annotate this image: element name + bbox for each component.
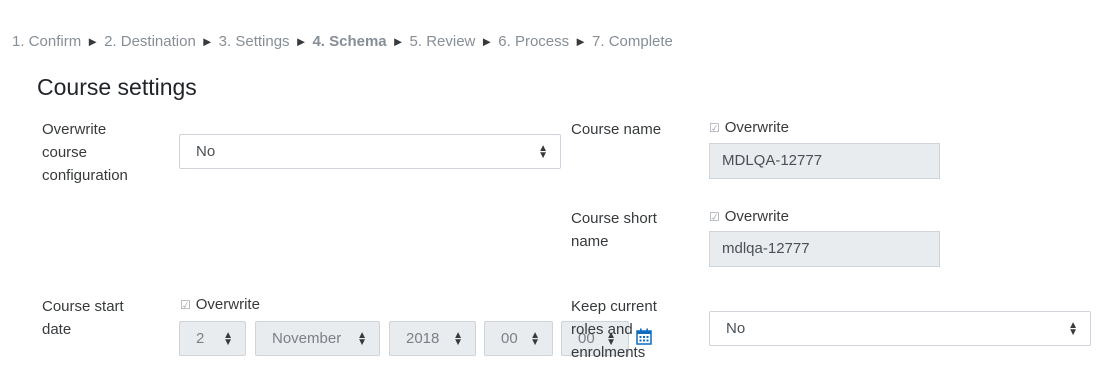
up-down-arrows-icon: ▲ ▼ — [538, 142, 548, 161]
start-month-select[interactable]: November ▲ ▼ — [255, 321, 380, 356]
up-down-arrows-icon: ▲ ▼ — [1068, 319, 1078, 338]
breadcrumb-separator: ► — [294, 34, 308, 49]
up-down-arrows-icon: ▲ ▼ — [223, 329, 233, 348]
course-short-name-label: Course short name — [571, 207, 657, 253]
course-name-label: Course name — [571, 121, 662, 138]
overwrite-config-value: No — [196, 143, 216, 160]
breadcrumb-separator: ► — [574, 34, 588, 49]
checked-checkbox-icon: ☑ — [180, 298, 191, 312]
course-name-overwrite-checkbox[interactable]: ☑ Overwrite — [709, 119, 789, 136]
label-line: Overwrite — [42, 121, 107, 138]
start-day-select[interactable]: 2 ▲ ▼ — [179, 321, 246, 356]
label-line: roles and — [571, 321, 633, 338]
start-month-value: November — [272, 330, 342, 347]
label-line: Course start — [42, 298, 124, 315]
start-day-value: 2 — [196, 330, 205, 347]
up-down-arrows-icon: ▲ ▼ — [453, 329, 463, 348]
label-line: course — [42, 144, 88, 161]
course-name-input[interactable]: MDLQA-12777 — [709, 143, 940, 179]
overwrite-label: Overwrite — [195, 296, 260, 313]
start-year-select[interactable]: 2018 ▲ ▼ — [389, 321, 476, 356]
breadcrumb-step-review: 5. Review — [409, 33, 476, 50]
course-start-date-label: Course start date — [42, 295, 124, 341]
keep-roles-label: Keep current roles and enrolments — [571, 295, 657, 364]
course-short-name-input[interactable]: mdlqa-12777 — [709, 231, 940, 267]
breadcrumb-separator: ► — [86, 34, 100, 49]
overwrite-label: Overwrite — [724, 208, 789, 225]
start-hour-value: 00 — [501, 330, 518, 347]
breadcrumb-step-confirm: 1. Confirm — [12, 33, 82, 50]
breadcrumb-step-schema: 4. Schema — [312, 33, 387, 50]
label-line: date — [42, 321, 72, 338]
overwrite-label: Overwrite — [724, 119, 789, 136]
breadcrumb-separator: ► — [391, 34, 405, 49]
up-down-arrows-icon: ▲ ▼ — [357, 329, 367, 348]
checked-checkbox-icon: ☑ — [709, 121, 720, 135]
checked-checkbox-icon: ☑ — [709, 210, 720, 224]
breadcrumb-step-destination: 2. Destination — [104, 33, 196, 50]
up-down-arrows-icon: ▲ ▼ — [530, 329, 540, 348]
keep-roles-select[interactable]: No ▲ ▼ — [709, 311, 1091, 346]
breadcrumb-step-process: 6. Process — [498, 33, 570, 50]
breadcrumb-separator: ► — [200, 34, 214, 49]
course-start-date-overwrite-checkbox[interactable]: ☑ Overwrite — [180, 296, 260, 313]
label-line: configuration — [42, 167, 128, 184]
overwrite-config-select[interactable]: No ▲ ▼ — [179, 134, 561, 169]
breadcrumb-step-complete: 7. Complete — [592, 33, 673, 50]
keep-roles-value: No — [726, 320, 746, 337]
label-line: enrolments — [571, 344, 646, 361]
section-title: Course settings — [37, 74, 197, 100]
breadcrumb-step-settings: 3. Settings — [218, 33, 290, 50]
label-line: Keep current — [571, 298, 657, 315]
breadcrumb: 1. Confirm ► 2. Destination ► 3. Settings ► 4.… — [12, 33, 673, 50]
breadcrumb-separator: ► — [480, 34, 494, 49]
start-hour-select[interactable]: 00 ▲ ▼ — [484, 321, 553, 356]
overwrite-config-label: Overwrite course configuration — [42, 118, 128, 187]
course-short-name-overwrite-checkbox[interactable]: ☑ Overwrite — [709, 208, 789, 225]
start-year-value: 2018 — [406, 330, 440, 347]
label-line: name — [571, 233, 609, 250]
label-line: Course short — [571, 210, 657, 227]
